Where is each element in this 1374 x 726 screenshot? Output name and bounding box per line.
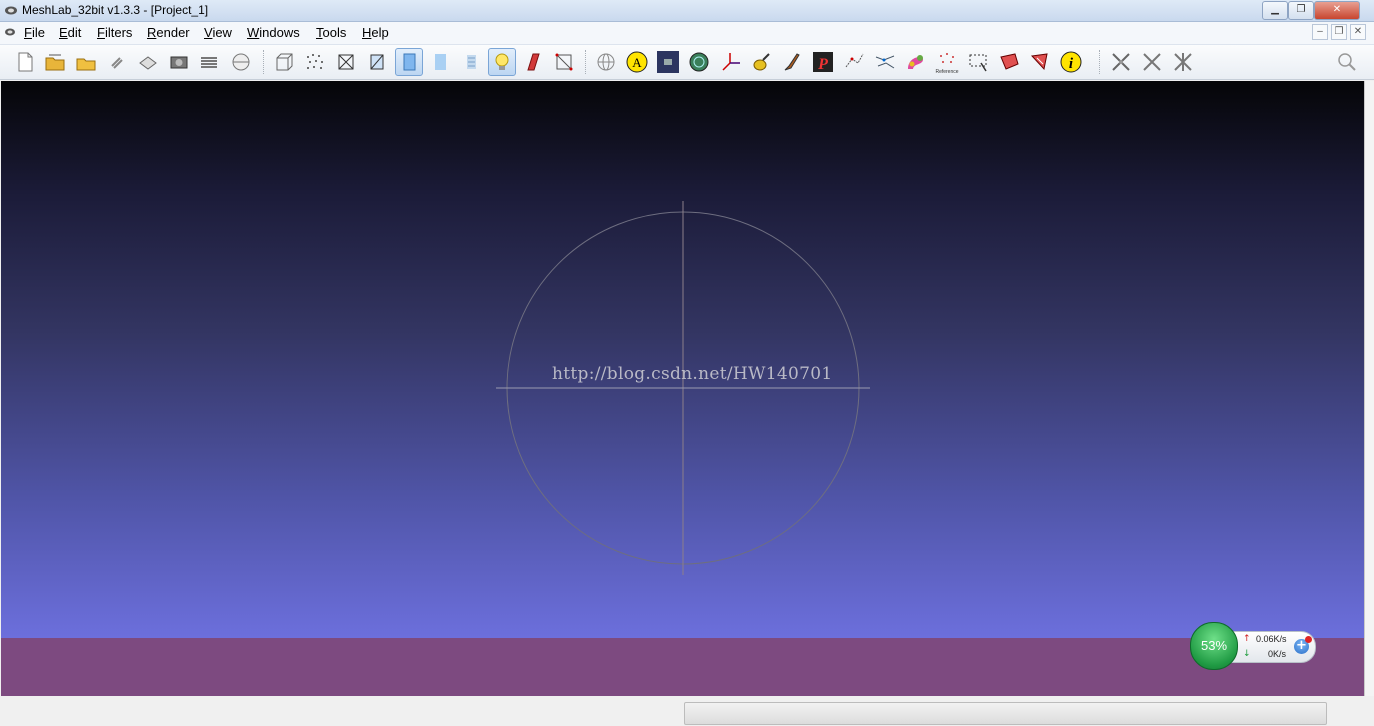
edit-tool-3-icon[interactable] <box>1170 49 1196 75</box>
reload-icon[interactable] <box>104 49 130 75</box>
hidden-lines-icon[interactable] <box>364 49 390 75</box>
import-raster-icon[interactable] <box>228 49 254 75</box>
toolbar-separator <box>1099 50 1102 74</box>
mdi-restore-button[interactable]: ❐ <box>1331 24 1347 40</box>
raster-icon[interactable] <box>655 49 681 75</box>
meshlab-app-icon <box>5 6 17 15</box>
annotation-icon[interactable]: A <box>624 49 650 75</box>
toolbar-separator <box>263 50 266 74</box>
select-vertices-icon[interactable] <box>996 49 1022 75</box>
document-icon <box>5 28 15 36</box>
smooth-shading-icon[interactable] <box>427 49 453 75</box>
toolbar-separator <box>585 50 588 74</box>
open-project-icon[interactable] <box>42 49 68 75</box>
mdi-close-button[interactable]: ✕ <box>1350 24 1366 40</box>
lighting-icon[interactable] <box>488 48 516 76</box>
menu-tools[interactable]: Tools <box>316 25 346 40</box>
menu-help[interactable]: Help <box>362 25 389 40</box>
main-toolbar: A P Reference i <box>0 45 1374 80</box>
wireframe-icon[interactable] <box>333 49 359 75</box>
texture-icon[interactable] <box>458 49 484 75</box>
menu-render[interactable]: Render <box>147 25 190 40</box>
ground-plane <box>1 638 1364 696</box>
close-button[interactable]: ✕ <box>1314 1 1360 20</box>
right-border <box>1364 81 1374 696</box>
progress-bar <box>684 702 1327 725</box>
download-arrow-icon: ↓ <box>1243 649 1251 659</box>
reference-icon[interactable]: Reference <box>934 49 960 75</box>
menu-view[interactable]: View <box>204 25 232 40</box>
select-connected-icon[interactable] <box>1027 49 1053 75</box>
flat-shading-icon[interactable] <box>395 48 423 76</box>
measure-icon[interactable] <box>841 49 867 75</box>
new-project-icon[interactable] <box>12 49 38 75</box>
notification-dot <box>1305 636 1312 643</box>
title-bar: MeshLab_32bit v1.3.3 - [Project_1] ▁ ❐ ✕ <box>0 0 1374 22</box>
svg-text:Reference: Reference <box>935 69 958 75</box>
upload-speed: 0.06K/s <box>1256 634 1287 644</box>
color-picker-icon[interactable] <box>686 49 712 75</box>
menu-file[interactable]: File <box>24 25 45 40</box>
svg-text:P: P <box>817 56 828 73</box>
upload-arrow-icon: ↑ <box>1243 634 1251 644</box>
select-faces-icon[interactable] <box>965 49 991 75</box>
menu-filters[interactable]: Filters <box>97 25 132 40</box>
edit-tool-1-icon[interactable] <box>1108 49 1134 75</box>
axis-icon[interactable] <box>717 49 743 75</box>
trackball-icon[interactable] <box>593 49 619 75</box>
shader-icon[interactable] <box>903 49 929 75</box>
bbox-icon[interactable] <box>271 49 297 75</box>
paint-icon[interactable] <box>748 49 774 75</box>
snapshot-icon[interactable] <box>166 49 192 75</box>
3d-viewport[interactable] <box>1 81 1364 638</box>
save-icon[interactable] <box>135 49 161 75</box>
download-speed: 0K/s <box>1268 649 1287 659</box>
selected-faces-icon[interactable] <box>551 49 577 75</box>
mdi-minimize-button[interactable]: – <box>1312 24 1328 40</box>
search-icon[interactable] <box>1334 49 1360 75</box>
minimize-button[interactable]: ▁ <box>1262 1 1288 20</box>
menu-windows[interactable]: Windows <box>247 25 300 40</box>
points-icon[interactable] <box>302 49 328 75</box>
pick-points-icon[interactable]: P <box>810 49 836 75</box>
watermark-text: http://blog.csdn.net/HW140701 <box>552 364 833 384</box>
brush-icon[interactable] <box>779 49 805 75</box>
restore-button[interactable]: ❐ <box>1288 1 1314 20</box>
layers-icon[interactable] <box>196 49 222 75</box>
window-title: MeshLab_32bit v1.3.3 - [Project_1] <box>22 3 209 17</box>
menu-edit[interactable]: Edit <box>59 25 81 40</box>
trackball-gizmo[interactable] <box>1 81 1364 638</box>
memory-usage-indicator[interactable]: 53% <box>1190 622 1238 670</box>
align-icon[interactable] <box>872 49 898 75</box>
info-icon[interactable]: i <box>1058 49 1084 75</box>
svg-text:A: A <box>632 55 642 70</box>
network-monitor-widget[interactable]: 53% ↑ 0.06K/s ↓ 0K/s + <box>1190 622 1316 670</box>
menu-bar: File Edit Filters Render View Windows To… <box>0 22 1374 45</box>
edit-tool-2-icon[interactable] <box>1139 49 1165 75</box>
backface-icon[interactable] <box>520 49 546 75</box>
open-mesh-icon[interactable] <box>73 49 99 75</box>
